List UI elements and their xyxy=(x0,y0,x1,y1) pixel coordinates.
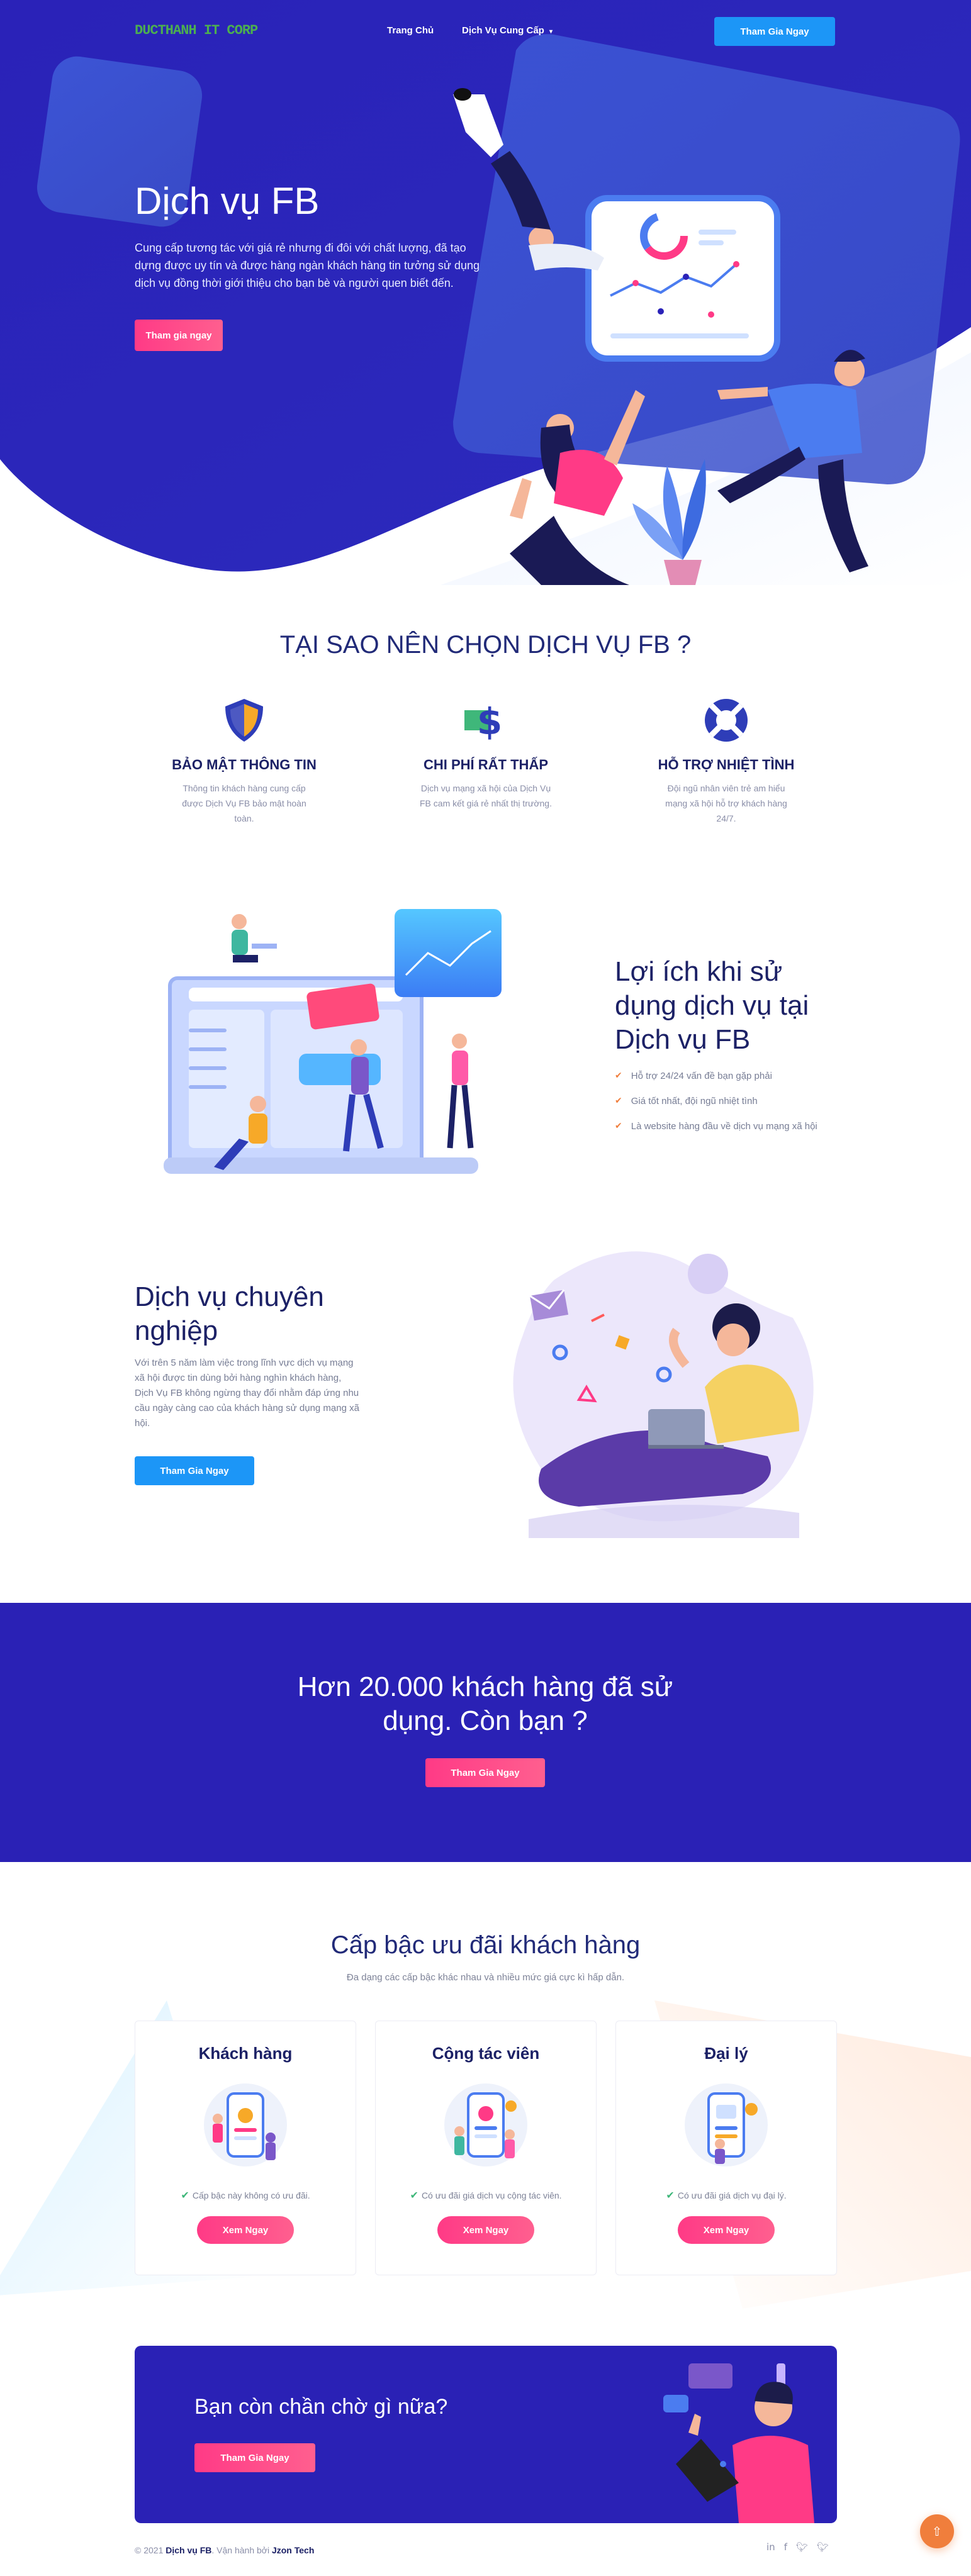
linkedin-icon[interactable]: in xyxy=(766,2541,775,2553)
tier-illustration xyxy=(685,2083,768,2166)
tier-description: Có ưu đãi giá dịch vụ cộng tác viên. xyxy=(421,2190,562,2200)
benefits-title: Lợi ích khi sử dụng dịch vụ tại Dịch vụ … xyxy=(615,956,809,1055)
callout-illustration xyxy=(663,2363,814,2523)
hero-title: Dịch vụ FB xyxy=(135,180,320,222)
feature-description: Thông tin khách hàng cung cấp được Dịch … xyxy=(182,783,306,823)
footer-text: . Vận hành bởi xyxy=(211,2545,270,2555)
benefits-list: ✔ Hỗ trợ 24/24 vấn đề bạn gặp phải ✔ Giá… xyxy=(615,1063,817,1139)
callout-cta-button[interactable]: Tham Gia Ngay xyxy=(194,2443,315,2472)
list-item: ✔ Hỗ trợ 24/24 vấn đề bạn gặp phải xyxy=(615,1063,817,1088)
banner-title: Hơn 20.000 khách hàng đã sử dụng. Còn bạ… xyxy=(297,1671,673,1736)
tier-view-button[interactable]: Xem Ngay xyxy=(197,2216,294,2244)
feature-description: Dịch vụ mạng xã hội của Dịch Vụ FB cam k… xyxy=(420,783,552,808)
why-section-title: TẠI SAO NÊN CHỌN DỊCH VỤ FB ? xyxy=(279,631,692,659)
benefits-illustration xyxy=(164,909,502,1174)
footer-brand-link[interactable]: Dịch vụ FB xyxy=(166,2545,211,2555)
pro-illustration xyxy=(513,1251,814,1538)
banner-cta-button[interactable]: Tham Gia Ngay xyxy=(425,1758,545,1787)
tiers-subtitle: Đa dạng các cấp bậc khác nhau và nhiều m… xyxy=(346,1972,625,1983)
tier-card: Cộng tác viên ✔ Có ưu đãi giá dịch vụ cộ… xyxy=(375,2021,597,2275)
footer-copyright: © 2021 Dịch vụ FB. Vận hành bởi Jzon Tec… xyxy=(135,2545,314,2555)
nav-cta-button[interactable]: Tham Gia Ngay xyxy=(714,17,835,46)
feature-title: BẢO MẬT THÔNG TIN xyxy=(172,757,317,772)
back-to-top-button[interactable]: ⇧ xyxy=(920,2514,954,2548)
facebook-icon[interactable]: f xyxy=(784,2541,787,2553)
pro-title: Dịch vụ chuyên nghiệp xyxy=(135,1281,324,1346)
nav-home-link[interactable]: Trang Chủ xyxy=(387,25,434,36)
feature-card: HỖ TRỢ NHIỆT TÌNH Đội ngũ nhân viên trẻ … xyxy=(644,695,808,826)
list-item-text: Giá tốt nhất, đội ngũ nhiệt tình xyxy=(631,1095,758,1107)
list-item: ✔ Là website hàng đầu về dịch vụ mạng xã… xyxy=(615,1113,817,1139)
tier-card: Đại lý ✔ Có ưu đãi giá dịch vụ đại lý. X… xyxy=(615,2021,837,2275)
copyright-year: © 2021 xyxy=(135,2545,164,2555)
check-icon: ✔ xyxy=(181,2189,189,2201)
tier-illustration xyxy=(444,2083,527,2166)
feature-title: HỖ TRỢ NHIỆT TÌNH xyxy=(658,757,795,772)
twitter-icon[interactable]: 🐦︎ xyxy=(817,2541,829,2553)
tier-title: Cộng tác viên xyxy=(432,2044,540,2063)
tier-description: Cấp bậc này không có ưu đãi. xyxy=(192,2190,310,2200)
feature-card: BẢO MẬT THÔNG TIN Thông tin khách hàng c… xyxy=(162,695,326,826)
tier-illustration xyxy=(204,2083,287,2166)
footer-operator-link[interactable]: Jzon Tech xyxy=(272,2545,314,2555)
callout-box: Bạn còn chần chờ gì nữa? Tham Gia Ngay xyxy=(135,2346,837,2523)
shield-icon xyxy=(225,699,263,742)
feature-title: CHI PHÍ RẤT THẤP xyxy=(424,757,548,772)
tiers-title: Cấp bậc ưu đãi khách hàng xyxy=(330,1931,641,1959)
tier-feature: ✔ Có ưu đãi giá dịch vụ đại lý. xyxy=(616,2189,836,2201)
list-item-text: Là website hàng đầu về dịch vụ mạng xã h… xyxy=(631,1120,817,1132)
tier-card: Khách hàng ✔ Cấp bậc này không có ưu đãi… xyxy=(135,2021,356,2275)
check-icon: ✔ xyxy=(615,1071,622,1081)
logo[interactable]: DUCTHANH IT CORP xyxy=(135,23,258,38)
callout-title: Bạn còn chần chờ gì nữa? xyxy=(194,2395,448,2419)
feature-card: $ CHI PHÍ RẤT THẤP Dịch vụ mạng xã hội c… xyxy=(404,695,568,811)
feature-description: Đội ngũ nhân viên trẻ am hiểu mạng xã hộ… xyxy=(665,783,787,823)
twitter-icon[interactable]: 🐦︎ xyxy=(796,2541,808,2553)
chevron-down-icon: ▾ xyxy=(549,28,553,35)
check-icon: ✔ xyxy=(410,2189,418,2201)
tier-description: Có ưu đãi giá dịch vụ đại lý. xyxy=(677,2190,787,2200)
pro-cta-button[interactable]: Tham Gia Ngay xyxy=(135,1456,254,1485)
nav-services-label: Dịch Vụ Cung Cấp xyxy=(462,25,544,36)
check-icon: ✔ xyxy=(666,2189,675,2201)
tier-view-button[interactable]: Xem Ngay xyxy=(678,2216,775,2244)
dollar-icon: $ xyxy=(464,700,502,743)
tier-feature: ✔ Cấp bậc này không có ưu đãi. xyxy=(135,2189,356,2201)
list-item-text: Hỗ trợ 24/24 vấn đề bạn gặp phải xyxy=(631,1070,772,1081)
hero-section: DUCTHANH IT CORP Trang Chủ Dịch Vụ Cung … xyxy=(0,0,971,585)
tier-title: Khách hàng xyxy=(198,2044,293,2063)
tier-title: Đại lý xyxy=(704,2044,748,2063)
pro-description: Với trên 5 năm làm việc trong lĩnh vực d… xyxy=(135,1358,359,1429)
svg-text:$: $ xyxy=(477,700,502,743)
tier-feature: ✔ Có ưu đãi giá dịch vụ cộng tác viên. xyxy=(376,2189,596,2201)
tier-view-button[interactable]: Xem Ngay xyxy=(437,2216,534,2244)
check-icon: ✔ xyxy=(615,1121,622,1131)
social-links: in f 🐦︎ 🐦︎ xyxy=(766,2541,829,2553)
check-icon: ✔ xyxy=(615,1096,622,1106)
list-item: ✔ Giá tốt nhất, đội ngũ nhiệt tình xyxy=(615,1088,817,1113)
hero-cta-button[interactable]: Tham gia ngay xyxy=(135,320,223,351)
lifebuoy-icon xyxy=(705,699,748,742)
nav-services-link[interactable]: Dịch Vụ Cung Cấp ▾ xyxy=(462,25,553,36)
hero-illustration xyxy=(453,88,868,585)
arrow-up-icon: ⇧ xyxy=(931,2524,943,2539)
